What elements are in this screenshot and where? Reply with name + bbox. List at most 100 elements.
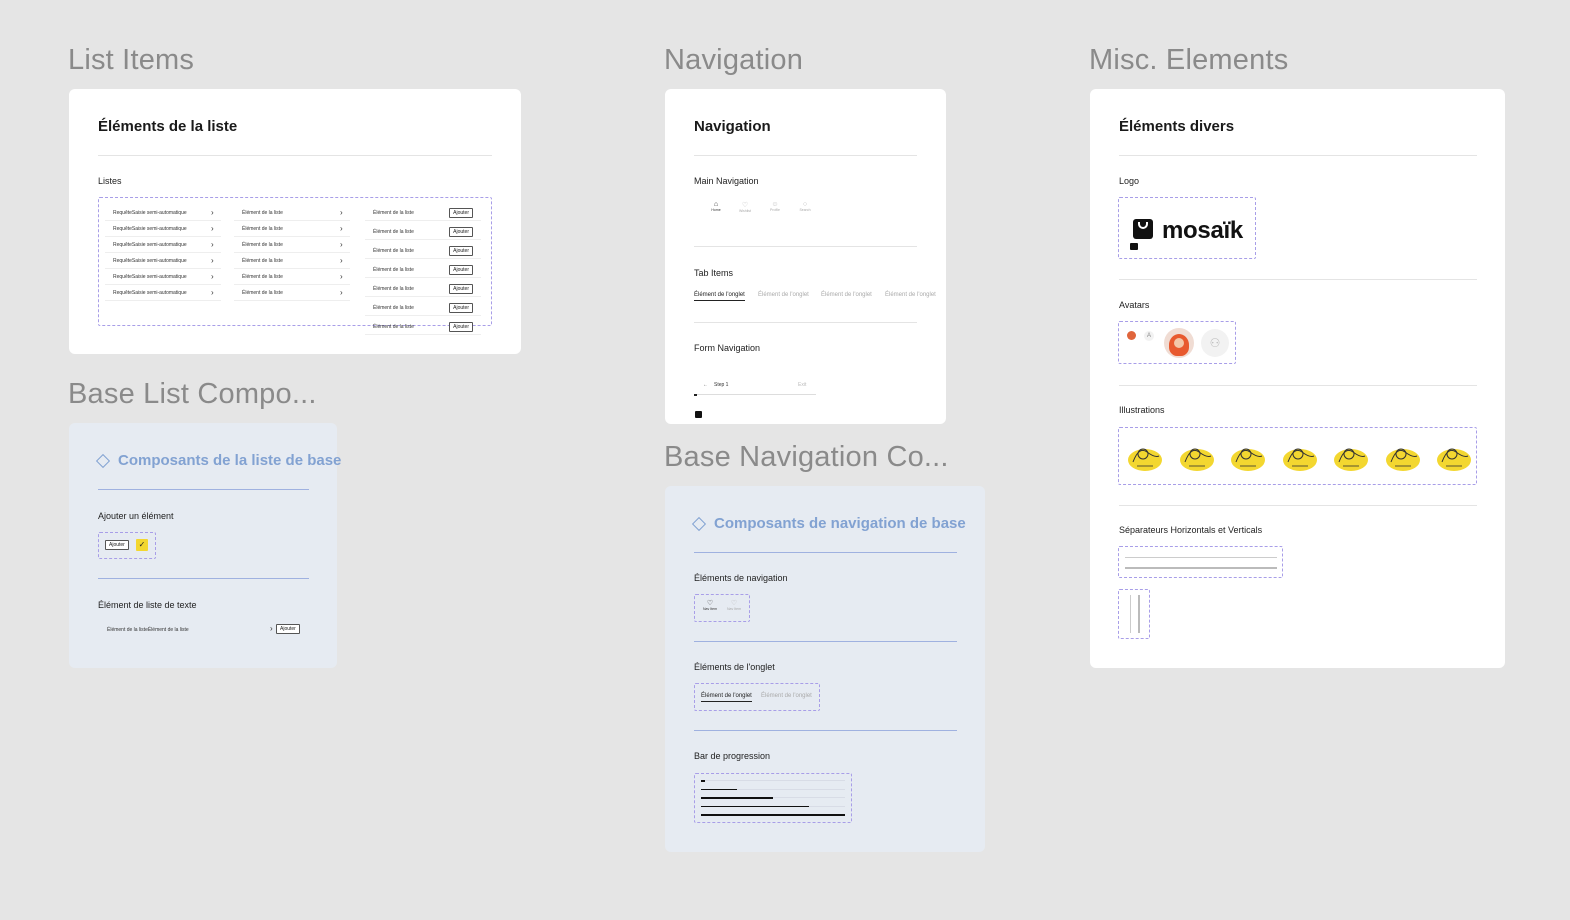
navigation-card[interactable]: Navigation Main Navigation ⌂ Home ♡ Wishli… <box>665 89 946 424</box>
component-diamond-icon <box>95 453 111 468</box>
chevron-right-icon: › <box>211 208 214 217</box>
list-item-text: Élément de la liste <box>242 225 283 232</box>
list-item-text: RequêteSaisie semi-automatique <box>113 209 187 216</box>
vertical-separator <box>1130 595 1131 633</box>
exit-link[interactable]: Exit <box>798 382 806 388</box>
list-item[interactable]: Élément de la liste › <box>234 285 350 301</box>
chevron-right-icon: › <box>211 272 214 281</box>
list-item[interactable]: RequêteSaisie semi-automatique › <box>105 221 221 237</box>
list-item-text: RequêteSaisie semi-automatique <box>113 273 187 280</box>
tab-item[interactable]: Élément de l'onglet <box>885 292 936 298</box>
list-item-text: RequêteSaisie semi-automatique <box>113 241 187 248</box>
add-button[interactable]: Ajouter <box>449 245 473 256</box>
avatars-frame: A ⚇ <box>1118 321 1236 364</box>
add-button[interactable]: Ajouter <box>449 321 473 332</box>
base-list-card[interactable]: Composants de la liste de base Ajouter u… <box>69 423 341 668</box>
misc-card[interactable]: Éléments divers Logo mosaïk Avatars A ⚇ … <box>1090 89 1505 668</box>
divider <box>1119 279 1477 280</box>
list-item[interactable]: Élément de la liste Ajouter <box>365 243 481 259</box>
tab-item-active[interactable]: Élément de l'onglet <box>694 292 745 301</box>
avatar-initial: A <box>1144 331 1154 341</box>
divider <box>694 641 957 642</box>
list-item-text: Élément de la liste <box>373 323 414 330</box>
progress-track <box>701 780 845 782</box>
step-label: Step 1 <box>714 382 729 388</box>
add-button[interactable]: Ajouter <box>449 226 473 237</box>
illustrations-frame <box>1118 427 1477 485</box>
list-item[interactable]: Élément de la liste Ajouter <box>365 281 481 297</box>
divider <box>694 730 957 731</box>
progress-fill <box>701 814 845 816</box>
nav-item[interactable]: ♡ Nav Item <box>723 599 745 611</box>
list-item[interactable]: Élément de la liste Ajouter <box>365 262 481 278</box>
section-title-navigation: Navigation <box>664 44 804 76</box>
list-item[interactable]: Élément de la liste › <box>234 205 350 221</box>
tab-items-label: Tab Items <box>694 268 734 278</box>
nav-home[interactable]: ⌂ Home <box>705 201 727 212</box>
illustration-image <box>1331 438 1371 474</box>
divider <box>694 322 917 323</box>
divider <box>98 155 492 156</box>
logo-label: Logo <box>1119 176 1140 186</box>
tab-item[interactable]: Élément de l'onglet <box>821 292 872 298</box>
divider <box>98 489 309 490</box>
progress-track <box>701 788 845 790</box>
add-button[interactable]: Ajouter <box>276 624 300 634</box>
card-title: Éléments divers <box>1119 118 1235 135</box>
list-item[interactable]: Élément de la liste › <box>234 253 350 269</box>
add-button[interactable]: Ajouter <box>449 283 473 294</box>
nav-wishlist[interactable]: ♡ Wishlist <box>734 201 756 213</box>
divider <box>98 578 309 579</box>
check-icon[interactable]: ✓ <box>136 539 148 551</box>
add-button[interactable]: Ajouter <box>105 540 129 550</box>
back-arrow-icon[interactable]: ← <box>703 382 708 388</box>
add-button[interactable]: Ajouter <box>449 264 473 275</box>
chevron-right-icon: › <box>211 288 214 297</box>
chevron-right-icon: › <box>211 240 214 249</box>
list-item[interactable]: RequêteSaisie semi-automatique › <box>105 269 221 285</box>
chevron-right-icon[interactable]: › <box>270 624 273 633</box>
subsection-label: Listes <box>98 176 122 186</box>
list-item[interactable]: Élément de la liste Ajouter <box>365 205 481 221</box>
list-item[interactable]: RequêteSaisie semi-automatique › <box>105 237 221 253</box>
list-item[interactable]: Élément de la liste Ajouter <box>365 224 481 240</box>
tab-item-active[interactable]: Élément de l'onglet <box>701 693 752 702</box>
list-items-card[interactable]: Éléments de la liste Listes RequêteSaisi… <box>69 89 521 354</box>
illustration-image <box>1125 438 1165 474</box>
list-item[interactable]: Élément de la liste › <box>234 221 350 237</box>
add-button[interactable]: Ajouter <box>449 207 473 218</box>
bag-logo-icon <box>1133 219 1153 239</box>
home-icon: ⌂ <box>713 201 719 208</box>
illustration-image <box>1177 438 1217 474</box>
illustration-image <box>1228 438 1268 474</box>
base-nav-card[interactable]: Composants de navigation de base Élément… <box>665 486 985 852</box>
progress-fill <box>701 797 773 799</box>
card-title: Éléments de la liste <box>98 118 238 135</box>
list-item[interactable]: Élément de la liste › <box>234 269 350 285</box>
add-button[interactable]: Ajouter <box>449 302 473 313</box>
tab-elements-label: Éléments de l'onglet <box>694 662 775 672</box>
card-title: Composants de la liste de base <box>95 452 341 469</box>
add-element-label: Ajouter un élément <box>98 511 174 521</box>
tab-elements-frame: Élément de l'onglet Élément de l'onglet <box>694 683 820 711</box>
list-item[interactable]: RequêteSaisie semi-automatique › <box>105 205 221 221</box>
list-item-text: RequêteSaisie semi-automatique <box>113 289 187 296</box>
list-item-text: Élément de la liste <box>373 266 414 273</box>
chevron-right-icon: › <box>340 240 343 249</box>
avatars-label: Avatars <box>1119 300 1150 310</box>
nav-profile[interactable]: ☺ Profile <box>764 201 786 212</box>
illustration-image <box>1280 438 1320 474</box>
list-item[interactable]: Élément de la liste Ajouter <box>365 300 481 316</box>
tab-item[interactable]: Élément de l'onglet <box>761 693 812 699</box>
list-item[interactable]: RequêteSaisie semi-automatique › <box>105 253 221 269</box>
list-item-text: Élément de la liste <box>373 228 414 235</box>
chevron-right-icon: › <box>340 272 343 281</box>
list-item[interactable]: RequêteSaisie semi-automatique › <box>105 285 221 301</box>
tab-item[interactable]: Élément de l'onglet <box>758 292 809 298</box>
nav-item-active[interactable]: ♡ Nav Item <box>699 599 721 611</box>
list-item[interactable]: Élément de la liste Ajouter <box>365 319 481 335</box>
nav-search[interactable]: ○ Search <box>794 201 816 212</box>
nav-elements-frame: ♡ Nav Item ♡ Nav Item <box>694 594 750 622</box>
list-item-text: Élément de la liste <box>242 209 283 216</box>
list-item[interactable]: Élément de la liste › <box>234 237 350 253</box>
